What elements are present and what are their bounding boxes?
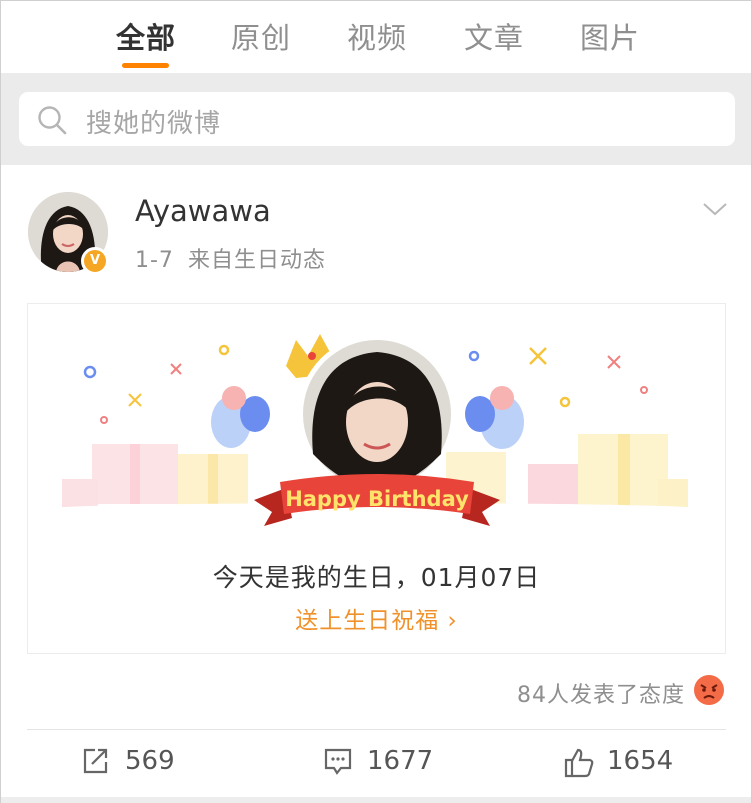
post-meta: 1-7 来自生日动态 (135, 242, 326, 274)
repost-count: 569 (125, 746, 175, 776)
tab-all[interactable]: 全部 (116, 15, 176, 57)
angry-face-icon (694, 675, 724, 705)
repost-icon (83, 748, 108, 774)
divider (27, 729, 726, 730)
search-section: 搜她的微博 (1, 73, 751, 165)
comment-icon (324, 748, 352, 775)
search-placeholder: 搜她的微博 (86, 109, 222, 139)
birthday-card[interactable]: Happy Birthday 今天是我的生日，01月07日 送上生日祝福 › (27, 303, 726, 654)
comment-count: 1677 (367, 746, 434, 776)
active-tab-indicator (122, 63, 169, 68)
like-count: 1654 (607, 746, 674, 776)
comment-button[interactable]: 1677 (323, 743, 453, 783)
search-icon (38, 106, 67, 135)
tab-original[interactable]: 原创 (231, 15, 291, 57)
reaction-summary[interactable]: 84人发表了态度 (517, 677, 685, 709)
send-wishes-link[interactable]: 送上生日祝福 › (28, 601, 725, 635)
thumbs-up-icon (564, 748, 594, 778)
tab-video[interactable]: 视频 (347, 15, 407, 57)
tab-picture[interactable]: 图片 (580, 15, 640, 57)
post-date: 1-7 (135, 248, 174, 273)
banner-text: Happy Birthday (285, 487, 469, 511)
feed-separator (1, 797, 751, 803)
birthday-message: 今天是我的生日，01月07日 (212, 563, 541, 592)
post-source: 来自生日动态 (187, 248, 326, 273)
chevron-down-icon[interactable] (701, 199, 729, 219)
like-button[interactable]: 1654 (563, 743, 693, 783)
tab-article[interactable]: 文章 (464, 15, 524, 57)
verified-badge-icon: V (81, 247, 109, 275)
repost-button[interactable]: 569 (81, 743, 201, 783)
search-input[interactable]: 搜她的微博 (19, 92, 735, 146)
username[interactable]: Ayawawa (135, 194, 271, 228)
tab-bar: 全部 原创 视频 文章 图片 (1, 1, 751, 73)
birthday-illustration: Happy Birthday (46, 334, 706, 526)
